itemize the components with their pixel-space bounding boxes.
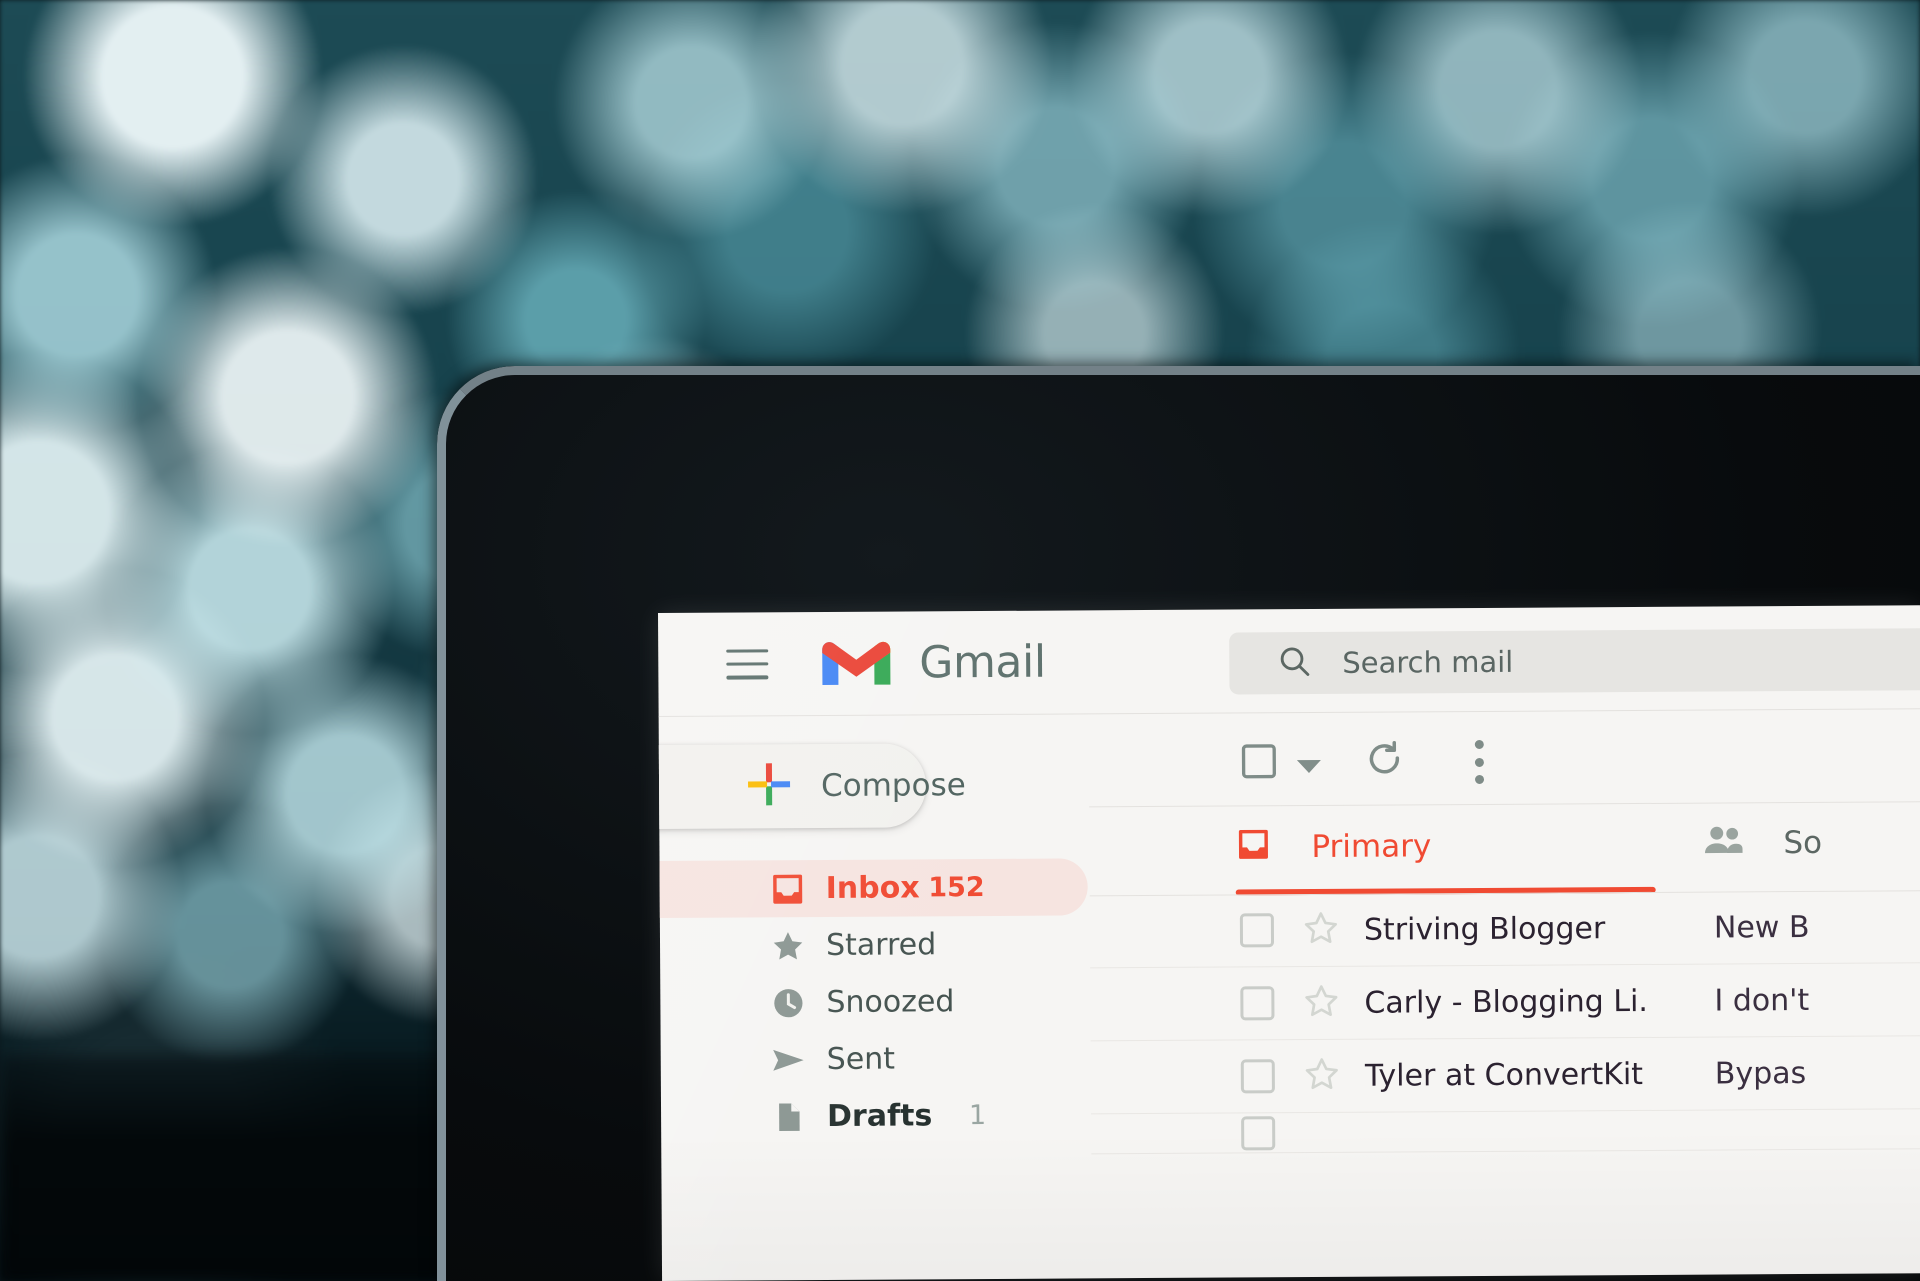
star-icon bbox=[768, 928, 808, 964]
row-checkbox[interactable] bbox=[1240, 1059, 1275, 1094]
sidebar-item-snoozed[interactable]: Snoozed bbox=[658, 972, 1089, 1032]
gmail-screen: Gmail Compose bbox=[658, 605, 1920, 1281]
sidebar-item-label: Snoozed bbox=[826, 984, 955, 1020]
hamburger-menu-icon[interactable] bbox=[726, 648, 769, 680]
inbox-icon bbox=[768, 871, 808, 907]
compose-label: Compose bbox=[820, 767, 966, 805]
gmail-wordmark: Gmail bbox=[919, 636, 1046, 689]
clock-icon bbox=[768, 985, 808, 1021]
sidebar-item-sent[interactable]: Sent bbox=[658, 1029, 1089, 1089]
row-checkbox[interactable] bbox=[1241, 1115, 1276, 1150]
sidebar-item-label: Starred bbox=[825, 927, 937, 963]
tab-primary-label: Primary bbox=[1311, 827, 1432, 865]
sidebar-item-count: 1 bbox=[968, 1100, 987, 1132]
send-icon bbox=[769, 1041, 809, 1079]
tab-primary[interactable]: Primary bbox=[1235, 825, 1431, 867]
table-row[interactable] bbox=[1091, 1109, 1920, 1155]
list-toolbar bbox=[1089, 709, 1920, 806]
draft-icon bbox=[769, 1100, 809, 1134]
hamburger-line bbox=[726, 662, 769, 666]
sidebar-item-drafts[interactable]: Drafts 1 bbox=[658, 1086, 1089, 1146]
tab-social[interactable]: So bbox=[1701, 823, 1822, 863]
sidebar-item-starred[interactable]: Starred bbox=[658, 915, 1088, 975]
sidebar-item-label: Drafts bbox=[826, 1098, 933, 1134]
mail-subject: I don't bbox=[1714, 982, 1810, 1019]
gmail-header: Gmail bbox=[658, 605, 1920, 716]
sidebar-item-inbox[interactable]: Inbox 152 bbox=[658, 858, 1088, 919]
search-icon bbox=[1276, 643, 1312, 684]
gmail-m-logo bbox=[820, 633, 892, 693]
search-input[interactable] bbox=[1342, 642, 1920, 680]
star-icon[interactable] bbox=[1303, 1054, 1341, 1097]
row-checkbox[interactable] bbox=[1239, 913, 1275, 948]
table-row[interactable]: Striving Blogger New B bbox=[1089, 890, 1920, 969]
hamburger-line bbox=[726, 675, 769, 680]
mail-list: Striving Blogger New B Carly - Blogging … bbox=[1089, 890, 1920, 1278]
table-row[interactable]: Tyler at ConvertKit Bypas bbox=[1090, 1036, 1920, 1115]
inbox-icon bbox=[1235, 826, 1271, 867]
people-icon bbox=[1701, 823, 1745, 862]
search-bar[interactable] bbox=[1229, 627, 1920, 695]
sidebar: Compose Inbox 152 Starred Snoozed Sent D… bbox=[658, 714, 1092, 1281]
more-dot bbox=[1474, 757, 1484, 767]
hamburger-line bbox=[726, 648, 769, 653]
star-icon[interactable] bbox=[1302, 908, 1340, 951]
mail-subject: Bypas bbox=[1714, 1055, 1807, 1092]
tab-social-label: So bbox=[1783, 824, 1823, 861]
category-tabs: Primary So bbox=[1089, 802, 1920, 897]
plus-icon bbox=[746, 761, 792, 812]
more-options-icon[interactable] bbox=[1474, 739, 1485, 785]
compose-button[interactable]: Compose bbox=[658, 743, 966, 830]
row-checkbox[interactable] bbox=[1240, 986, 1275, 1021]
table-row[interactable]: Carly - Blogging Li. I don't bbox=[1090, 963, 1920, 1042]
more-dot bbox=[1474, 739, 1484, 750]
mail-sender: Tyler at ConvertKit bbox=[1364, 1056, 1644, 1094]
gmail-logo[interactable]: Gmail bbox=[820, 632, 1046, 693]
sidebar-item-label: Sent bbox=[826, 1041, 896, 1077]
mail-subject: New B bbox=[1713, 909, 1810, 946]
sidebar-item-label: Inbox bbox=[825, 870, 920, 906]
select-all-checkbox[interactable] bbox=[1239, 741, 1279, 786]
mail-sender: Striving Blogger bbox=[1363, 910, 1606, 948]
chevron-down-icon[interactable] bbox=[1296, 759, 1321, 774]
more-dot bbox=[1475, 774, 1485, 785]
mail-sender: Carly - Blogging Li. bbox=[1364, 983, 1649, 1021]
refresh-icon[interactable] bbox=[1364, 738, 1406, 785]
mail-list-column: Primary So Striving Blogger New B Carly … bbox=[1089, 709, 1920, 1278]
sidebar-item-count: 152 bbox=[928, 872, 985, 904]
star-icon[interactable] bbox=[1302, 981, 1340, 1024]
